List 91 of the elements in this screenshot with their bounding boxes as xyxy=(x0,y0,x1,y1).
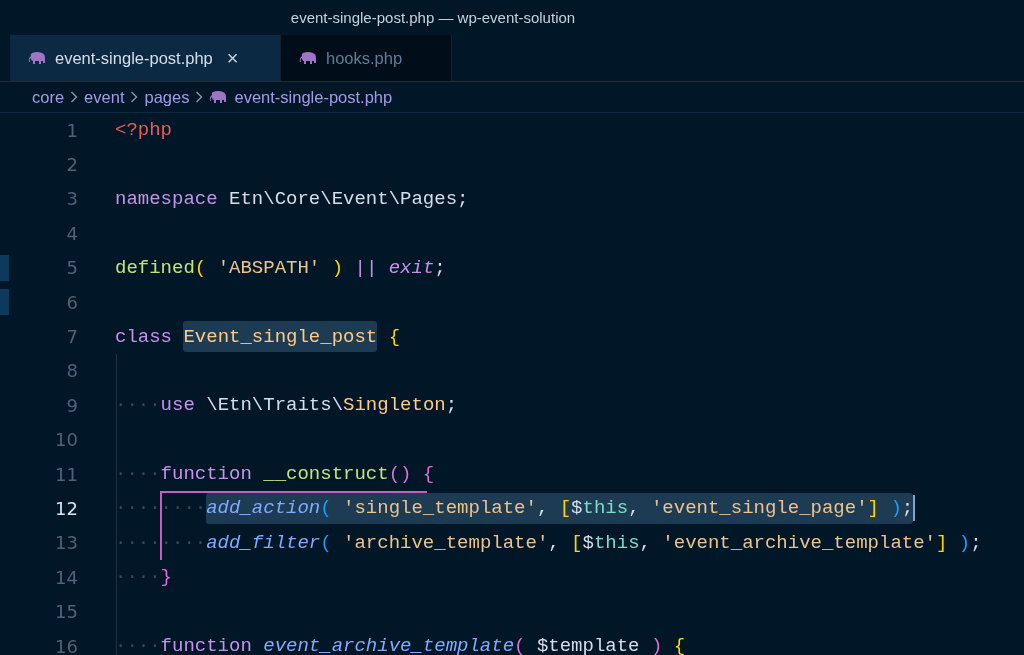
code-token: defined xyxy=(115,256,195,279)
line-number: 12 xyxy=(54,498,78,519)
code-token: \Etn\Traits\ xyxy=(205,394,344,417)
code-token: ] xyxy=(936,531,948,554)
code-token: event_archive_template xyxy=(262,635,515,655)
code-token: add_action xyxy=(206,497,321,520)
code-token: , xyxy=(536,497,549,520)
code-token: $template xyxy=(535,635,640,655)
line-number: 11 xyxy=(54,463,78,485)
code-token: ( xyxy=(514,635,526,655)
code-token: () xyxy=(388,463,412,486)
whitespace-dots: ···· xyxy=(115,497,161,520)
line-number: 14 xyxy=(54,566,78,588)
whitespace-dots: ···· xyxy=(115,635,161,655)
chevron-icon xyxy=(70,91,79,103)
elephant-icon xyxy=(28,51,47,65)
code-token: 'archive_template' xyxy=(342,531,549,554)
editor-tab[interactable]: event-single-post.php × xyxy=(10,35,281,81)
editor-tab[interactable]: hooks.php xyxy=(281,35,452,81)
code-token: , xyxy=(548,531,560,554)
code-token: 'event_single_page' xyxy=(649,497,868,520)
code-token: function xyxy=(160,463,252,486)
line-number: 15 xyxy=(54,601,78,623)
code-token: 'ABSPATH' xyxy=(216,256,321,279)
code-token: $ xyxy=(571,497,583,520)
code-token: this xyxy=(593,531,640,554)
code-token: ( xyxy=(320,531,332,554)
code-token: use xyxy=(160,394,195,417)
elephant-icon xyxy=(299,51,318,65)
code-token: ) xyxy=(649,635,663,655)
code-token: { xyxy=(387,325,401,348)
code-token: || xyxy=(353,256,378,279)
chevron-icon xyxy=(130,91,139,103)
code-token: ] xyxy=(867,497,879,520)
line-number: 10 xyxy=(54,429,78,451)
code-token: ; xyxy=(901,497,914,520)
code-token: ; xyxy=(434,256,446,279)
line-number: 2 xyxy=(65,154,78,176)
line-number: 6 xyxy=(65,291,78,313)
code-token: ) xyxy=(330,256,344,279)
line-number: 7 xyxy=(65,326,78,348)
chevron-icon xyxy=(195,91,204,103)
code-token: ( xyxy=(194,256,207,279)
code-token: ) xyxy=(889,497,902,520)
line-number: 9 xyxy=(65,394,78,416)
code-token: 'single_template' xyxy=(342,497,537,520)
whitespace-dots: ···· xyxy=(160,531,207,554)
code-token: <?php xyxy=(115,119,172,142)
elephant-icon xyxy=(209,90,229,104)
code-token: function xyxy=(160,635,252,655)
code-token: ( xyxy=(320,497,332,520)
code-token: class xyxy=(115,325,173,348)
code-token: namespace xyxy=(115,187,218,210)
whitespace-dots: ···· xyxy=(115,566,161,589)
breadcrumb-item[interactable]: event-single-post.php xyxy=(234,87,393,107)
line-number: 4 xyxy=(65,222,78,244)
code-token: } xyxy=(160,566,172,589)
line-number: 16 xyxy=(54,635,78,655)
whitespace-dots: ···· xyxy=(115,463,161,486)
code-token: [ xyxy=(570,531,583,554)
code-token: $ xyxy=(582,531,594,554)
text-cursor xyxy=(913,495,916,522)
code-token: [ xyxy=(558,497,572,520)
code-token: , xyxy=(628,497,640,520)
breadcrumb-item[interactable]: pages xyxy=(144,87,190,107)
code-token: Etn\Core\Event\Pages; xyxy=(228,187,469,210)
line-number: 3 xyxy=(65,188,78,210)
code-token: 'event_archive_template' xyxy=(661,531,936,554)
whitespace-dots: ···· xyxy=(160,497,207,520)
code-token: , xyxy=(639,531,651,554)
code-token: { xyxy=(672,635,686,655)
window-title: event-single-post.php — wp-event-solution xyxy=(290,9,576,26)
code-token: { xyxy=(421,463,435,486)
code-token: Event_single_post xyxy=(183,325,378,348)
code-token: __construct xyxy=(262,463,389,486)
line-number: 1 xyxy=(65,119,78,141)
line-number: 13 xyxy=(54,532,78,554)
close-icon[interactable]: × xyxy=(226,46,239,70)
code-token: ) xyxy=(957,531,971,554)
code-token: add_filter xyxy=(206,531,321,554)
whitespace-dots: ···· xyxy=(115,394,161,417)
code-token: this xyxy=(582,497,629,520)
breadcrumb-item[interactable]: event xyxy=(84,87,125,107)
code-token: exit xyxy=(387,256,435,279)
code-token: ; xyxy=(970,531,982,554)
line-number: 5 xyxy=(65,257,78,279)
code-token: ; xyxy=(445,394,458,417)
breadcrumb-item[interactable]: core xyxy=(32,87,65,107)
code-token: Singleton xyxy=(343,394,446,417)
line-number: 8 xyxy=(65,360,78,382)
whitespace-dots: ···· xyxy=(115,531,161,554)
